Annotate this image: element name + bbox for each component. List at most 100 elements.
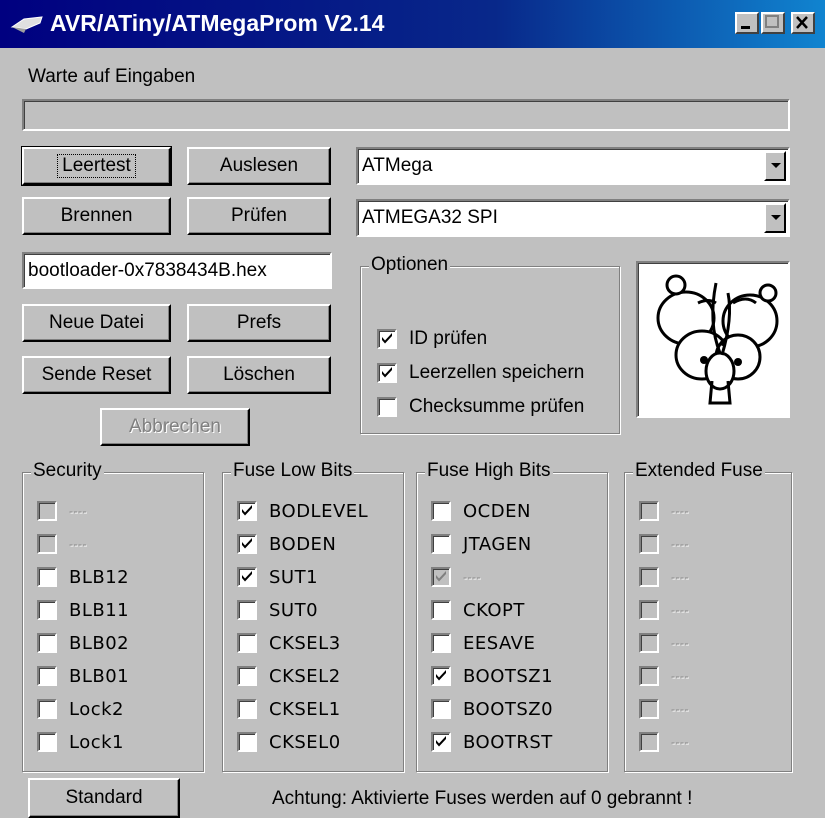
optionen-checkbox-row[interactable]: ID prüfen [377, 326, 487, 352]
checkbox[interactable] [37, 633, 57, 653]
checkbox-label: EESAVE [463, 632, 536, 654]
brennen-button[interactable]: Brennen [22, 197, 171, 235]
family-select[interactable]: ATMega [356, 147, 790, 185]
checkbox[interactable] [237, 501, 257, 521]
checkbox[interactable] [237, 534, 257, 554]
checkbox[interactable] [431, 732, 451, 752]
fuse-high-checkbox-row[interactable]: JTAGEN [431, 531, 532, 557]
fuse-high-checkbox-row[interactable]: OCDEN [431, 498, 531, 524]
fuse-high-checkbox-row[interactable]: EESAVE [431, 630, 535, 656]
fuse-low-checkbox-row[interactable]: CKSEL0 [237, 729, 341, 755]
checkbox[interactable] [377, 329, 397, 349]
security-checkbox-row: ---- [37, 498, 87, 524]
checkbox-label: JTAGEN [463, 533, 532, 555]
checkbox[interactable] [37, 732, 57, 752]
abbrechen-button[interactable]: Abbrechen [100, 408, 250, 446]
fuse-low-checkbox-row[interactable]: CKSEL2 [237, 663, 341, 689]
checkbox-label: BLB11 [69, 599, 130, 621]
checkbox-label: Checksumme prüfen [409, 396, 585, 417]
checkbox-label: BLB12 [69, 566, 130, 588]
checkbox[interactable] [37, 666, 57, 686]
minimize-button[interactable] [735, 12, 759, 34]
fuse-low-checkbox-row[interactable]: SUT1 [237, 564, 318, 590]
fuse-low-checkbox-row[interactable]: CKSEL3 [237, 630, 341, 656]
checkbox-label: ---- [671, 537, 689, 551]
pruefen-button[interactable]: Prüfen [187, 197, 331, 235]
chevron-down-icon[interactable] [764, 151, 786, 181]
extended-fuse-checkbox-row: ---- [639, 663, 689, 689]
checkbox-label: Lock2 [69, 698, 124, 720]
checkbox[interactable] [431, 699, 451, 719]
checkbox[interactable] [237, 633, 257, 653]
checkbox-label: BOOTSZ0 [463, 698, 554, 720]
security-checkbox-row[interactable]: BLB12 [37, 564, 129, 590]
logo-frame [636, 261, 790, 418]
checkbox [37, 501, 57, 521]
extended-fuse-checkbox-row: ---- [639, 531, 689, 557]
optionen-checkbox-row[interactable]: Leerzellen speichern [377, 360, 584, 386]
checkbox[interactable] [431, 633, 451, 653]
checkbox[interactable] [237, 666, 257, 686]
checkbox[interactable] [237, 600, 257, 620]
close-button[interactable] [791, 12, 815, 34]
checkbox[interactable] [237, 699, 257, 719]
device-select[interactable]: ATMEGA32 SPI [356, 199, 790, 237]
checkbox[interactable] [431, 534, 451, 554]
checkbox[interactable] [237, 567, 257, 587]
fuse-high-checkbox-row[interactable]: BOOTSZ0 [431, 696, 553, 722]
standard-button[interactable]: Standard [28, 778, 180, 818]
title-bar[interactable]: AVR/ATiny/ATMegaProm V2.14 [0, 0, 825, 48]
checkbox[interactable] [37, 567, 57, 587]
security-checkbox-row[interactable]: BLB02 [37, 630, 129, 656]
security-checkbox-row[interactable]: BLB11 [37, 597, 129, 623]
loeschen-button[interactable]: Löschen [187, 356, 331, 394]
checkbox[interactable] [431, 501, 451, 521]
chevron-down-icon[interactable] [764, 203, 786, 233]
checkbox-label: Lock1 [69, 731, 124, 753]
checkmark-icon [242, 538, 252, 549]
checkmark-icon [436, 670, 446, 681]
maximize-button[interactable] [761, 12, 785, 34]
fuse-high-checkbox-row[interactable]: BOOTRST [431, 729, 553, 755]
checkbox-label: ---- [671, 603, 689, 617]
security-checkbox-row[interactable]: Lock1 [37, 729, 124, 755]
fuse-high-checkbox-row[interactable]: BOOTSZ1 [431, 663, 553, 689]
security-checkbox-row[interactable]: Lock2 [37, 696, 124, 722]
prefs-button[interactable]: Prefs [187, 304, 331, 342]
leertest-button[interactable]: Leertest [21, 146, 172, 186]
fuse-low-checkbox-row[interactable]: SUT0 [237, 597, 318, 623]
fuse-low-checkbox-row[interactable]: BODEN [237, 531, 336, 557]
minimize-icon [741, 26, 750, 29]
checkbox-label: ---- [671, 702, 689, 716]
close-icon [796, 16, 808, 29]
checkbox[interactable] [431, 600, 451, 620]
checkbox-label: ---- [671, 669, 689, 683]
checkmark-icon [382, 333, 392, 344]
auslesen-button[interactable]: Auslesen [187, 147, 331, 185]
checkbox-label: BLB01 [69, 665, 130, 687]
security-checkbox-row[interactable]: BLB01 [37, 663, 129, 689]
checkbox[interactable] [237, 732, 257, 752]
checkbox-label: ---- [463, 570, 481, 584]
neue-datei-button[interactable]: Neue Datei [22, 304, 171, 342]
fuse-low-checkbox-row[interactable]: CKSEL1 [237, 696, 341, 722]
checkbox[interactable] [431, 666, 451, 686]
fuse-high-checkbox-row[interactable]: CKOPT [431, 597, 525, 623]
checkbox[interactable] [377, 397, 397, 417]
checkbox [639, 600, 659, 620]
checkbox-label: ---- [671, 504, 689, 518]
checkbox [639, 567, 659, 587]
app-chip-icon [10, 16, 43, 33]
sende-reset-button[interactable]: Sende Reset [22, 356, 171, 394]
fuse-high-checkbox-row: ---- [431, 564, 481, 590]
fuse-low-group: Fuse Low Bits BODLEVEL BODEN SUT1 SUT0 CKSEL… [222, 460, 404, 772]
checkbox[interactable] [37, 699, 57, 719]
checkbox[interactable] [377, 363, 397, 383]
fuse-low-checkbox-row[interactable]: BODLEVEL [237, 498, 368, 524]
checkbox-label: ---- [671, 735, 689, 749]
cartoon-bug-icon [656, 274, 779, 405]
optionen-checkbox-row[interactable]: Checksumme prüfen [377, 394, 584, 420]
filename-value: bootloader-0x7838434B.hex [28, 259, 267, 281]
filename-field[interactable]: bootloader-0x7838434B.hex [22, 252, 332, 289]
checkbox[interactable] [37, 600, 57, 620]
